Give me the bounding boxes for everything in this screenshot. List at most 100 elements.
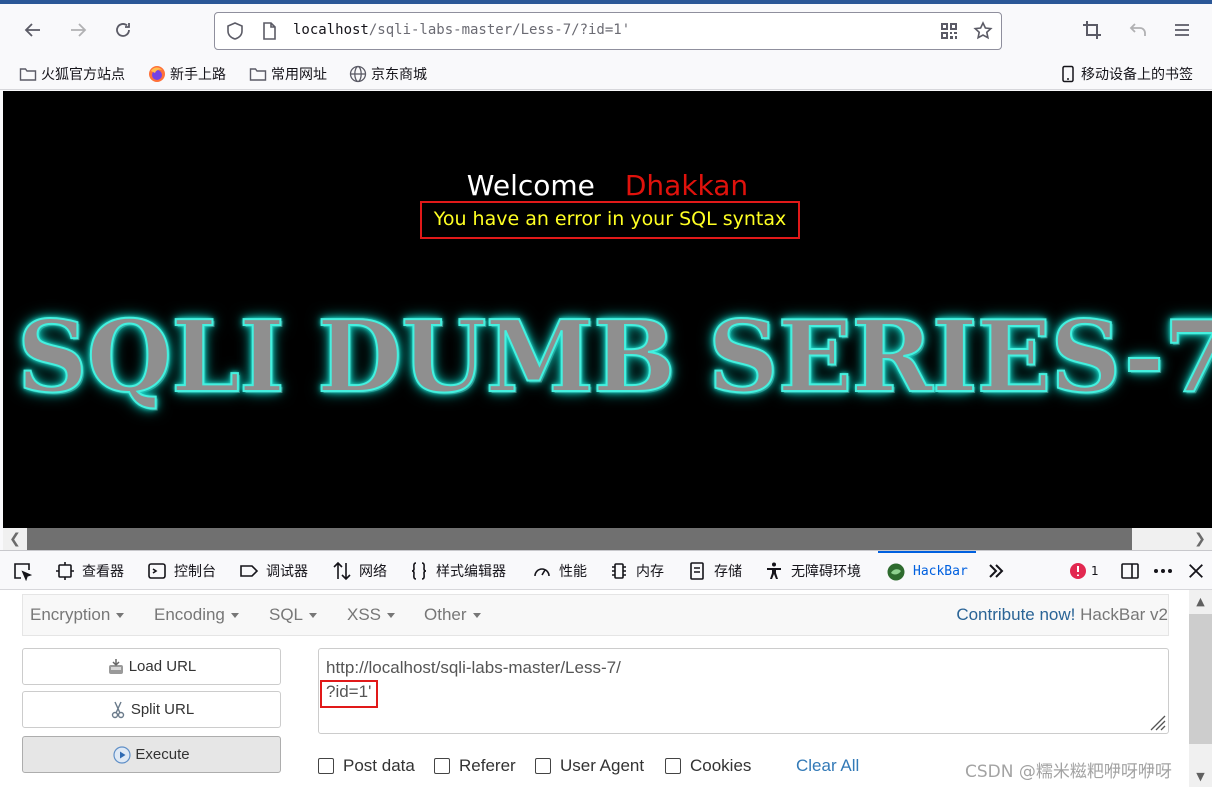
web-page-content: Welcome Dhakkan You have an error in your… — [3, 91, 1212, 528]
caret-down-icon — [230, 613, 239, 619]
undo-button[interactable] — [1124, 16, 1152, 44]
screenshot-button[interactable] — [1078, 16, 1106, 44]
page-icon — [263, 22, 276, 40]
mobile-bookmarks-label: 移动设备上的书签 — [1081, 67, 1193, 83]
url-textarea[interactable]: http://localhost/sqli-labs-master/Less-7… — [318, 648, 1169, 734]
folder-icon — [19, 68, 37, 81]
username: Dhakkan — [624, 169, 749, 202]
shield-icon[interactable] — [225, 21, 245, 41]
tab-label: 存储 — [714, 563, 742, 580]
element-picker-button[interactable] — [12, 551, 32, 590]
forward-button[interactable] — [64, 16, 92, 44]
url-line-2: ?id=1' — [326, 682, 372, 701]
menu-encryption[interactable]: Encryption — [30, 605, 125, 625]
menu-xss[interactable]: XSS — [347, 605, 396, 625]
bookmark-label: 常用网址 — [271, 67, 327, 83]
app-menu-button[interactable] — [1168, 16, 1196, 44]
referer-option[interactable]: Referer — [434, 756, 516, 776]
caret-down-icon — [472, 613, 481, 619]
reload-button[interactable] — [109, 16, 137, 44]
mobile-device-icon — [1062, 65, 1074, 83]
user-agent-option[interactable]: User Agent — [535, 756, 644, 776]
back-button[interactable] — [19, 16, 47, 44]
dock-icon — [1121, 563, 1139, 579]
welcome-line: Welcome Dhakkan — [3, 169, 1212, 202]
contribute-link[interactable]: Contribute now! — [956, 605, 1075, 624]
menu-encoding[interactable]: Encoding — [154, 605, 239, 625]
tab-hackbar[interactable]: HackBar — [878, 551, 976, 590]
network-arrows-icon — [333, 561, 351, 580]
devtools-options-button[interactable] — [1152, 559, 1174, 583]
hackbar-version: HackBar v2 — [1080, 605, 1168, 624]
tab-style-editor[interactable]: 样式编辑器 — [409, 551, 506, 590]
tab-label: 控制台 — [174, 563, 216, 580]
qr-code-icon[interactable] — [939, 21, 959, 41]
cookies-option[interactable]: Cookies — [665, 756, 751, 776]
bookmark-label: 火狐官方站点 — [41, 67, 125, 83]
url-host: localhost — [293, 22, 369, 38]
accessibility-person-icon — [767, 562, 781, 579]
vertical-scrollbar[interactable]: ▲ ▼ — [1189, 590, 1212, 787]
bookmark-label: 京东商城 — [371, 67, 427, 83]
caret-down-icon — [387, 613, 396, 619]
tab-label: 查看器 — [82, 563, 124, 580]
bookmark-common-sites[interactable]: 常用网址 — [249, 63, 327, 85]
scroll-right-arrow-icon[interactable]: ❯ — [1188, 528, 1212, 550]
bookmark-label: 新手上路 — [170, 67, 226, 83]
bookmark-jd-mall[interactable]: 京东商城 — [349, 63, 427, 85]
contribute-area: Contribute now! HackBar v2 — [956, 605, 1168, 625]
tab-storage[interactable]: 存储 — [687, 551, 742, 590]
more-tabs-button[interactable] — [986, 551, 1006, 590]
post-data-option[interactable]: Post data — [318, 756, 415, 776]
braces-icon — [411, 561, 427, 580]
close-devtools-button[interactable] — [1187, 559, 1205, 583]
url-text[interactable]: localhost/sqli-labs-master/Less-7/?id=1' — [293, 22, 630, 38]
address-bar[interactable]: localhost/sqli-labs-master/Less-7/?id=1' — [214, 12, 1002, 50]
bookmark-star-icon[interactable] — [973, 21, 993, 41]
crop-icon — [1083, 21, 1101, 39]
menu-other[interactable]: Other — [424, 605, 481, 625]
scroll-down-arrow-icon[interactable]: ▼ — [1189, 765, 1212, 787]
reload-icon — [116, 23, 130, 37]
clear-all-link[interactable]: Clear All — [796, 756, 859, 776]
menu-sql[interactable]: SQL — [269, 605, 318, 625]
button-label: Load URL — [128, 658, 197, 675]
double-chevron-right-icon — [989, 563, 1004, 578]
tab-label: 内存 — [636, 563, 664, 580]
caret-down-icon — [309, 613, 318, 619]
element-picker-icon — [14, 562, 32, 581]
error-count-badge[interactable]: 1 — [1069, 559, 1099, 583]
referer-checkbox[interactable] — [434, 758, 450, 774]
tab-inspector[interactable]: 查看器 — [55, 551, 124, 590]
tab-memory[interactable]: 内存 — [609, 551, 664, 590]
load-url-button[interactable]: Load URL — [22, 648, 281, 685]
tab-performance[interactable]: 性能 — [532, 551, 587, 590]
post-data-checkbox[interactable] — [318, 758, 334, 774]
mobile-bookmarks[interactable]: 移动设备上的书签 — [1059, 63, 1193, 85]
scroll-up-arrow-icon[interactable]: ▲ — [1189, 590, 1212, 612]
tab-label: 样式编辑器 — [436, 563, 506, 580]
bookmark-getting-started[interactable]: 新手上路 — [148, 63, 226, 85]
bookmark-firefox-official[interactable]: 火狐官方站点 — [19, 63, 125, 85]
user-agent-checkbox[interactable] — [535, 758, 551, 774]
hamburger-menu-icon — [1175, 24, 1189, 36]
horizontal-scrollbar[interactable]: ❮ ❯ — [3, 528, 1212, 550]
scroll-left-arrow-icon[interactable]: ❮ — [3, 528, 27, 550]
tab-console[interactable]: 控制台 — [147, 551, 216, 590]
sql-error-message: You have an error in your SQL syntax — [433, 208, 787, 230]
scrollbar-thumb[interactable] — [27, 528, 1132, 550]
firefox-logo-icon — [149, 66, 165, 82]
gauge-icon — [534, 567, 550, 576]
tab-accessibility[interactable]: 无障碍环境 — [764, 551, 861, 590]
tab-debugger[interactable]: 调试器 — [239, 551, 308, 590]
split-url-button[interactable]: Split URL — [22, 691, 281, 728]
cookies-checkbox[interactable] — [665, 758, 681, 774]
execute-button[interactable]: Execute — [22, 736, 281, 773]
menu-label: Encoding — [154, 605, 225, 624]
button-label: Split URL — [130, 701, 195, 718]
resize-grip-icon[interactable] — [1148, 713, 1166, 731]
console-icon — [148, 562, 166, 579]
dock-side-button[interactable] — [1120, 559, 1140, 583]
scrollbar-thumb[interactable] — [1189, 614, 1212, 744]
tab-network[interactable]: 网络 — [332, 551, 387, 590]
